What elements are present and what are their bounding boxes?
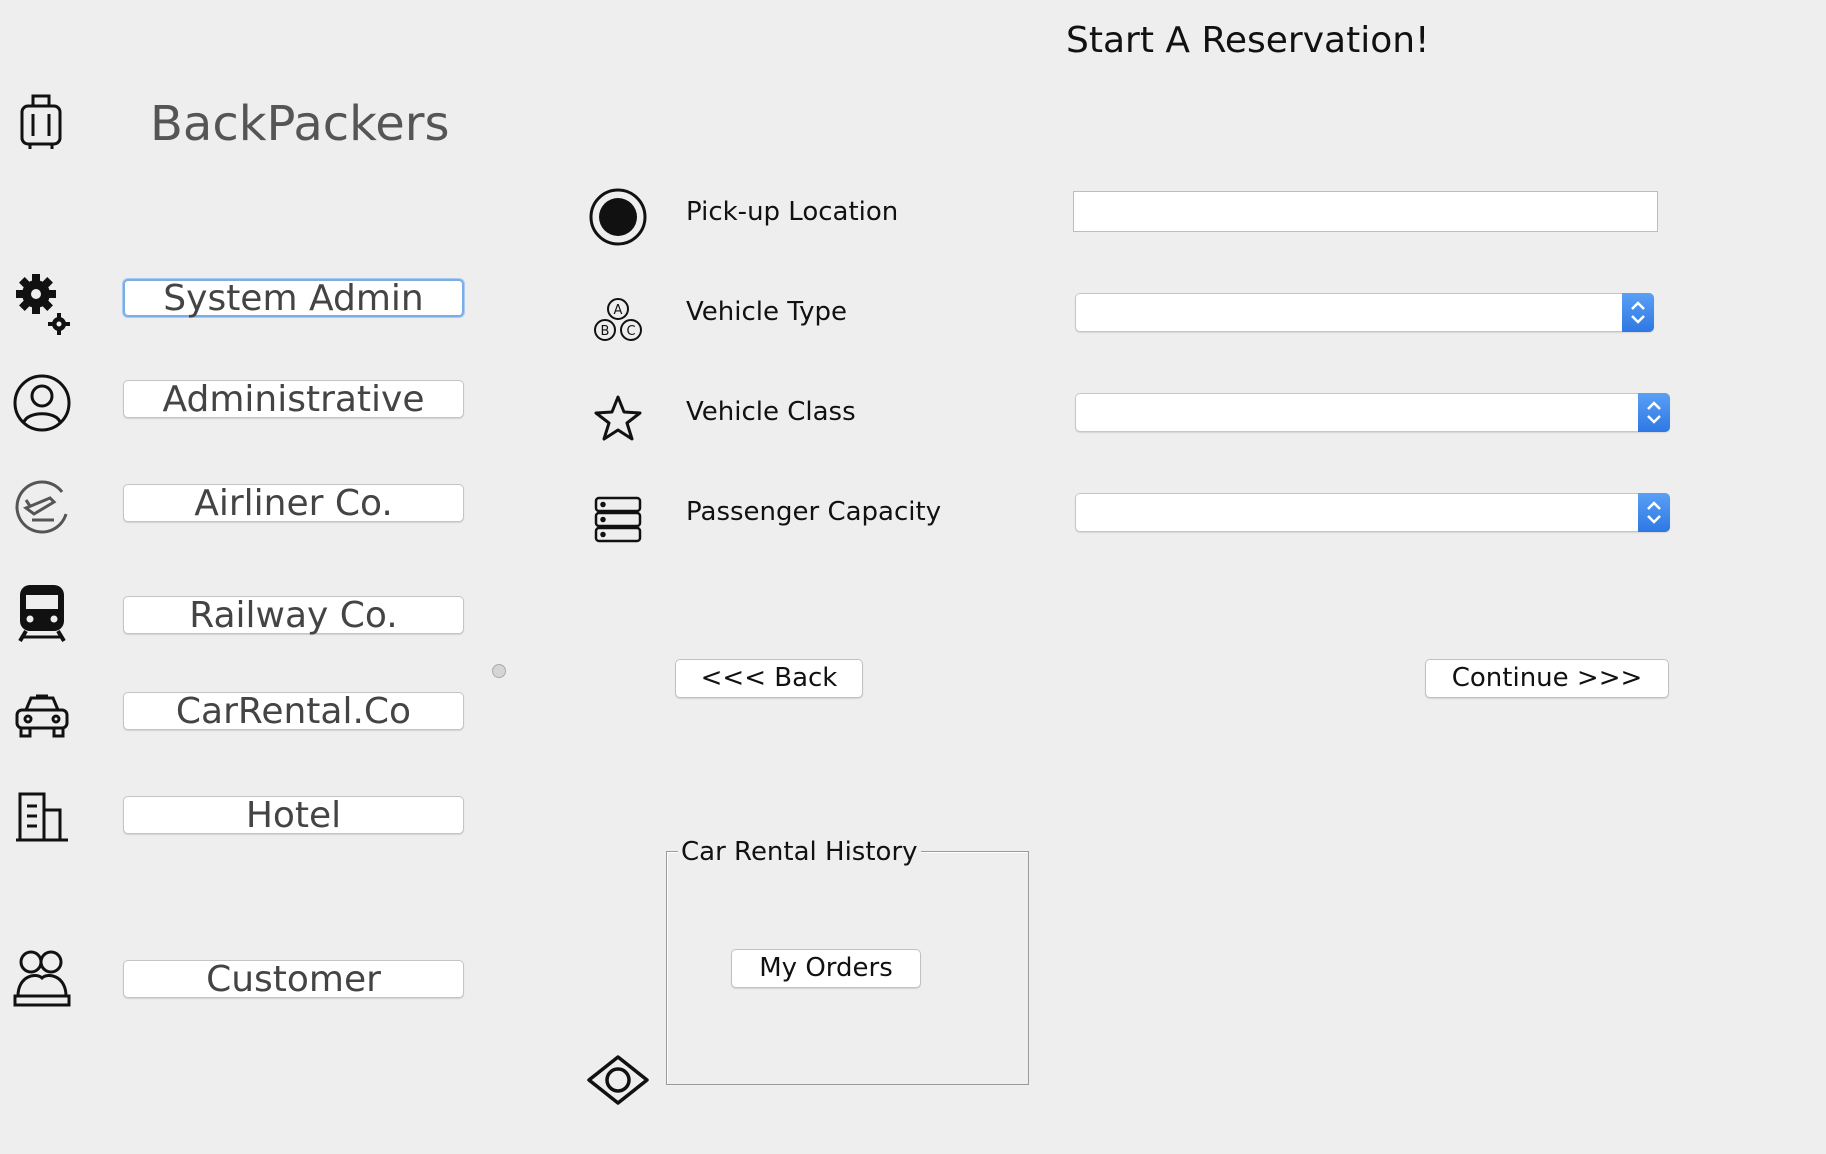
gear-icon (12, 270, 72, 340)
passenger-capacity-select[interactable] (1075, 493, 1670, 532)
back-button[interactable]: <<< Back (675, 659, 863, 698)
svg-text:C: C (626, 324, 635, 339)
radio-dot-icon (588, 187, 648, 251)
train-icon (16, 583, 68, 647)
vehicle-type-label: Vehicle Type (686, 297, 847, 327)
administrative-button[interactable]: Administrative (123, 380, 464, 419)
car-rental-history-title: Car Rental History (678, 837, 921, 867)
airplane-icon (12, 478, 70, 540)
airliner-button[interactable]: Airliner Co. (123, 484, 464, 523)
chevron-updown-icon (1638, 493, 1670, 532)
carrental-button[interactable]: CarRental.Co (123, 692, 464, 731)
star-icon (592, 394, 644, 448)
hotel-button[interactable]: Hotel (123, 796, 464, 835)
railway-button[interactable]: Railway Co. (123, 596, 464, 635)
building-icon (16, 792, 68, 846)
continue-button[interactable]: Continue >>> (1425, 659, 1669, 698)
eye-icon (586, 1053, 650, 1111)
passenger-capacity-label: Passenger Capacity (686, 497, 942, 527)
page-title: Start A Reservation! (1066, 20, 1430, 61)
server-stack-icon (594, 496, 642, 548)
svg-text:A: A (614, 303, 623, 318)
vehicle-class-label: Vehicle Class (686, 397, 856, 427)
customer-button[interactable]: Customer (123, 960, 464, 999)
abc-bubbles-icon: A B C (592, 296, 644, 348)
user-circle-icon (12, 373, 72, 437)
luggage-icon (18, 90, 66, 154)
brand-title: BackPackers (150, 96, 450, 152)
my-orders-button[interactable]: My Orders (731, 949, 921, 988)
split-pane-handle[interactable] (492, 664, 506, 678)
group-icon (12, 948, 72, 1012)
svg-text:B: B (601, 324, 610, 339)
system-admin-button[interactable]: System Admin (123, 279, 464, 317)
chevron-updown-icon (1638, 393, 1670, 432)
pickup-location-input[interactable] (1073, 191, 1658, 232)
vehicle-class-select[interactable] (1075, 393, 1670, 432)
chevron-updown-icon (1622, 293, 1654, 332)
vehicle-type-select[interactable] (1075, 293, 1654, 332)
pickup-location-label: Pick-up Location (686, 197, 899, 227)
car-icon (14, 692, 70, 744)
